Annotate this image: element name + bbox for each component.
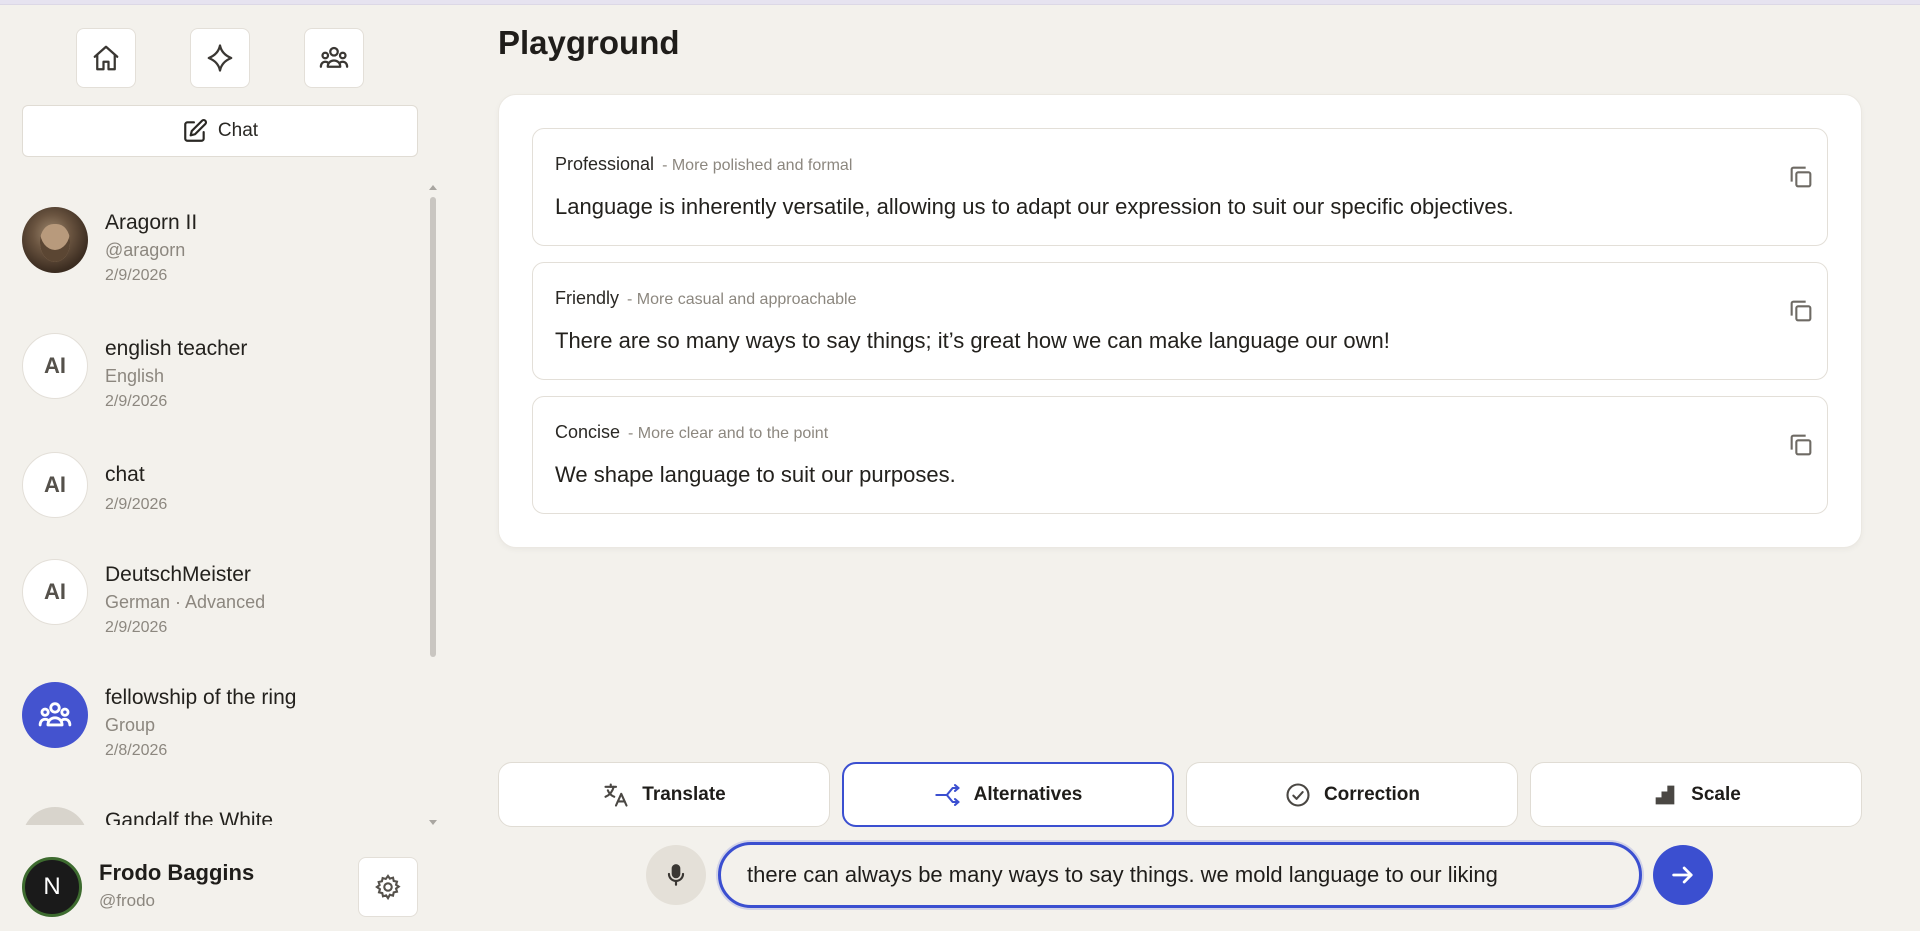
tab-label: Translate: [642, 783, 726, 805]
conversation-item[interactable]: Aragorn II @aragorn 2/9/2026: [0, 185, 425, 295]
conversation-item[interactable]: AI DeutschMeister German · Advanced 2/9/…: [0, 537, 425, 647]
copy-button[interactable]: [1787, 163, 1815, 191]
conversation-item[interactable]: AI chat 2/9/2026: [0, 430, 425, 530]
tab-scale[interactable]: Scale: [1530, 762, 1862, 827]
home-button[interactable]: [76, 28, 136, 88]
ai-avatar: AI: [22, 452, 88, 518]
copy-icon: [1790, 434, 1812, 456]
ai-button[interactable]: [190, 28, 250, 88]
result-card-concise: Concise - More clear and to the point We …: [532, 396, 1828, 514]
edit-icon: [184, 119, 207, 142]
microphone-button[interactable]: [646, 845, 706, 905]
result-text: Language is inherently versatile, allowi…: [555, 194, 1514, 219]
conversation-name: Aragorn II: [105, 211, 198, 234]
alternatives-results-panel: Professional - More polished and formal L…: [498, 94, 1862, 548]
conversation-subtitle: German · Advanced: [105, 592, 266, 612]
ai-avatar: AI: [22, 333, 88, 399]
conversation-date: 2/8/2026: [105, 742, 168, 759]
sidebar: Chat Aragorn II @aragorn 2/9/2026 AI eng…: [0, 5, 440, 931]
group-avatar: [22, 682, 88, 748]
stairs-icon: [1655, 785, 1675, 804]
sidebar-scrollbar[interactable]: [428, 185, 438, 825]
send-button[interactable]: [1653, 845, 1713, 905]
check-circle-icon: [1286, 782, 1310, 807]
conversation-date: 2/9/2026: [105, 393, 168, 410]
result-style-label: Professional: [555, 154, 655, 174]
conversation-list: Aragorn II @aragorn 2/9/2026 AI english …: [0, 185, 425, 825]
result-style-description: - More polished and formal: [662, 157, 853, 174]
conversation-name: DeutschMeister: [105, 563, 251, 586]
translate-icon: [604, 782, 628, 807]
gear-icon: [375, 874, 401, 901]
user-name: Frodo Baggins: [99, 860, 255, 885]
conversation-item[interactable]: Gandalf the White: [0, 785, 425, 825]
result-header: Concise - More clear and to the point: [555, 422, 828, 443]
tab-label: Correction: [1323, 783, 1421, 805]
result-header: Professional - More polished and formal: [555, 154, 852, 175]
ai-avatar: AI: [22, 559, 88, 625]
result-style-label: Friendly: [555, 288, 620, 308]
scroll-up-arrow-icon[interactable]: [429, 185, 437, 190]
scroll-thumb[interactable]: [430, 197, 436, 657]
result-text: We shape language to suit our purposes.: [555, 462, 956, 487]
result-header: Friendly - More casual and approachable: [555, 288, 857, 309]
tab-correction[interactable]: Correction: [1186, 762, 1518, 827]
branch-icon: [934, 783, 960, 806]
conversation-date: 2/9/2026: [105, 267, 168, 284]
user-profile-bar: N Frodo Baggins @frodo: [0, 835, 440, 931]
home-icon: [93, 45, 119, 71]
scroll-down-arrow-icon[interactable]: [429, 820, 437, 825]
conversation-subtitle: English: [105, 366, 165, 386]
avatar: [22, 807, 88, 825]
sparkle-icon: [207, 44, 233, 72]
result-style-label: Concise: [555, 422, 621, 442]
copy-button[interactable]: [1787, 431, 1815, 459]
copy-icon: [1790, 166, 1812, 188]
settings-button[interactable]: [358, 857, 418, 917]
result-style-description: - More casual and approachable: [627, 291, 857, 308]
copy-icon: [1790, 300, 1812, 322]
result-style-description: - More clear and to the point: [628, 425, 829, 442]
conversation-date: 2/9/2026: [105, 496, 168, 513]
user-handle: @frodo: [99, 891, 156, 910]
tab-label: Alternatives: [973, 783, 1083, 805]
user-avatar[interactable]: N: [22, 857, 82, 917]
conversation-name: Gandalf the White: [105, 809, 274, 825]
conversation-item[interactable]: AI english teacher English 2/9/2026: [0, 311, 425, 421]
result-card-friendly: Friendly - More casual and approachable T…: [532, 262, 1828, 380]
conversation-date: 2/9/2026: [105, 619, 168, 636]
groups-button[interactable]: [304, 28, 364, 88]
conversation-name: english teacher: [105, 337, 248, 360]
conversation-item[interactable]: fellowship of the ring Group 2/8/2026: [0, 660, 425, 770]
copy-button[interactable]: [1787, 297, 1815, 325]
conversation-name: fellowship of the ring: [105, 686, 297, 709]
avatar: [22, 207, 88, 273]
tab-translate[interactable]: Translate: [498, 762, 830, 827]
conversation-subtitle: Group: [105, 715, 156, 735]
tab-alternatives[interactable]: Alternatives: [842, 762, 1174, 827]
microphone-icon: [667, 864, 685, 886]
conversation-subtitle: @aragorn: [105, 240, 186, 260]
group-icon: [38, 702, 72, 727]
result-card-professional: Professional - More polished and formal L…: [532, 128, 1828, 246]
message-input[interactable]: [718, 842, 1642, 908]
group-icon: [319, 46, 349, 68]
conversation-name: chat: [105, 463, 145, 486]
page-title: Playground: [498, 24, 680, 61]
new-chat-label: Chat: [217, 120, 259, 141]
new-chat-button[interactable]: Chat: [22, 105, 418, 157]
result-text: There are so many ways to say things; it…: [555, 328, 1390, 353]
tab-label: Scale: [1691, 783, 1741, 805]
arrow-right-icon: [1672, 866, 1693, 884]
